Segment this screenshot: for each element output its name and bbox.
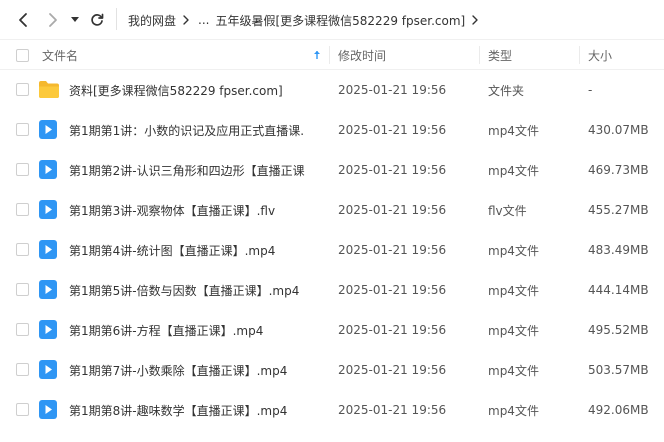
file-modified-time: 2025-01-21 19:56	[338, 123, 447, 137]
breadcrumb-item-root[interactable]: 我的网盘	[128, 12, 176, 29]
refresh-icon	[91, 13, 104, 26]
file-row[interactable]: 第1期第1讲：小数的识记及应用正式直播课. 2025-01-21 19:56 mp4…	[0, 110, 664, 150]
file-row[interactable]: 第1期第3讲-观察物体【直播正课】.flv 2025-01-21 19:56 flv…	[0, 190, 664, 230]
row-checkbox[interactable]	[16, 363, 29, 376]
file-modified-time: 2025-01-21 19:56	[338, 403, 447, 417]
chevron-right-icon	[49, 13, 57, 27]
breadcrumb-separator-icon	[472, 15, 479, 25]
file-row[interactable]: 第1期第7讲-小数乘除【直播正课】.mp4 2025-01-21 19:56 mp4…	[0, 350, 664, 390]
file-type: mp4文件	[488, 283, 539, 298]
video-file-icon	[39, 240, 57, 262]
column-divider[interactable]	[579, 46, 580, 64]
column-divider[interactable]	[329, 46, 330, 64]
video-file-icon	[39, 400, 57, 422]
video-file-icon	[39, 280, 57, 302]
file-name[interactable]: 第1期第5讲-倍数与因数【直播正课】.mp4	[69, 270, 319, 310]
forward-button[interactable]	[42, 8, 64, 32]
caret-down-icon	[71, 17, 79, 22]
file-row[interactable]: 第1期第4讲-统计图【直播正课】.mp4 2025-01-21 19:56 mp4文…	[0, 230, 664, 270]
file-size: 483.49MB	[588, 243, 649, 257]
file-modified-time: 2025-01-21 19:56	[338, 203, 447, 217]
row-checkbox[interactable]	[16, 163, 29, 176]
select-all-checkbox[interactable]	[16, 40, 29, 70]
column-header-type[interactable]: 类型	[488, 40, 512, 70]
breadcrumb: 我的网盘 ... 五年级暑假[更多课程微信582229 fpser.com]	[128, 10, 487, 30]
video-file-icon	[39, 120, 57, 142]
sort-ascending-icon[interactable]	[313, 40, 321, 70]
row-checkbox[interactable]	[16, 283, 29, 296]
file-type: mp4文件	[488, 323, 539, 338]
file-name[interactable]: 第1期第8讲-趣味数学【直播正课】.mp4	[69, 390, 319, 430]
column-header-size[interactable]: 大小	[588, 40, 612, 70]
breadcrumb-ellipsis[interactable]: ...	[198, 13, 209, 27]
video-file-icon	[39, 200, 57, 222]
column-divider[interactable]	[479, 46, 480, 64]
file-type: mp4文件	[488, 243, 539, 258]
file-name[interactable]: 第1期第1讲：小数的识记及应用正式直播课.	[69, 110, 319, 150]
row-checkbox[interactable]	[16, 403, 29, 416]
file-size: 495.52MB	[588, 323, 649, 337]
row-checkbox[interactable]	[16, 83, 29, 96]
chevron-left-icon	[19, 13, 27, 27]
file-name[interactable]: 第1期第3讲-观察物体【直播正课】.flv	[69, 190, 319, 230]
file-name[interactable]: 第1期第6讲-方程【直播正课】.mp4	[69, 310, 319, 350]
breadcrumb-separator-icon	[183, 15, 190, 25]
file-type: mp4文件	[488, 123, 539, 138]
row-checkbox[interactable]	[16, 323, 29, 336]
file-modified-time: 2025-01-21 19:56	[338, 243, 447, 257]
file-modified-time: 2025-01-21 19:56	[338, 363, 447, 377]
file-modified-time: 2025-01-21 19:56	[338, 83, 447, 97]
history-dropdown-button[interactable]	[66, 8, 84, 32]
refresh-button[interactable]	[86, 8, 108, 32]
file-row[interactable]: 第1期第8讲-趣味数学【直播正课】.mp4 2025-01-21 19:56 mp4…	[0, 390, 664, 430]
file-row[interactable]: 资料[更多课程微信582229 fpser.com] 2025-01-21 19:…	[0, 70, 664, 110]
file-name[interactable]: 第1期第4讲-统计图【直播正课】.mp4	[69, 230, 319, 270]
file-row[interactable]: 第1期第5讲-倍数与因数【直播正课】.mp4 2025-01-21 19:56 mp…	[0, 270, 664, 310]
column-header-name[interactable]: 文件名	[42, 40, 78, 70]
file-name[interactable]: 资料[更多课程微信582229 fpser.com]	[69, 70, 319, 110]
file-list-header: 文件名 修改时间 类型 大小	[0, 40, 664, 70]
breadcrumb-item-current[interactable]: 五年级暑假[更多课程微信582229 fpser.com]	[215, 12, 465, 29]
file-row[interactable]: 第1期第2讲-认识三角形和四边形【直播正课 2025-01-21 19:56 mp4…	[0, 150, 664, 190]
file-type: mp4文件	[488, 403, 539, 418]
video-file-icon	[39, 320, 57, 342]
file-name[interactable]: 第1期第7讲-小数乘除【直播正课】.mp4	[69, 350, 319, 390]
file-size: 444.14MB	[588, 283, 649, 297]
row-checkbox[interactable]	[16, 203, 29, 216]
file-size: 503.57MB	[588, 363, 649, 377]
file-size: 455.27MB	[588, 203, 649, 217]
file-modified-time: 2025-01-21 19:56	[338, 323, 447, 337]
row-checkbox[interactable]	[16, 243, 29, 256]
video-file-icon	[39, 160, 57, 182]
file-row[interactable]: 第1期第6讲-方程【直播正课】.mp4 2025-01-21 19:56 mp4文件…	[0, 310, 664, 350]
folder-icon	[39, 80, 59, 101]
toolbar-divider	[116, 8, 117, 30]
file-type: mp4文件	[488, 163, 539, 178]
toolbar: 我的网盘 ... 五年级暑假[更多课程微信582229 fpser.com]	[0, 0, 664, 40]
file-modified-time: 2025-01-21 19:56	[338, 283, 447, 297]
back-button[interactable]	[12, 8, 34, 32]
file-type: mp4文件	[488, 363, 539, 378]
file-size: 492.06MB	[588, 403, 649, 417]
file-type: flv文件	[488, 203, 527, 218]
file-type: 文件夹	[488, 83, 525, 98]
video-file-icon	[39, 360, 57, 382]
file-modified-time: 2025-01-21 19:56	[338, 163, 447, 177]
column-header-modified[interactable]: 修改时间	[338, 40, 386, 70]
row-checkbox[interactable]	[16, 123, 29, 136]
file-name[interactable]: 第1期第2讲-认识三角形和四边形【直播正课	[69, 150, 319, 190]
file-size: 430.07MB	[588, 123, 649, 137]
file-size: -	[588, 83, 593, 97]
file-size: 469.73MB	[588, 163, 649, 177]
